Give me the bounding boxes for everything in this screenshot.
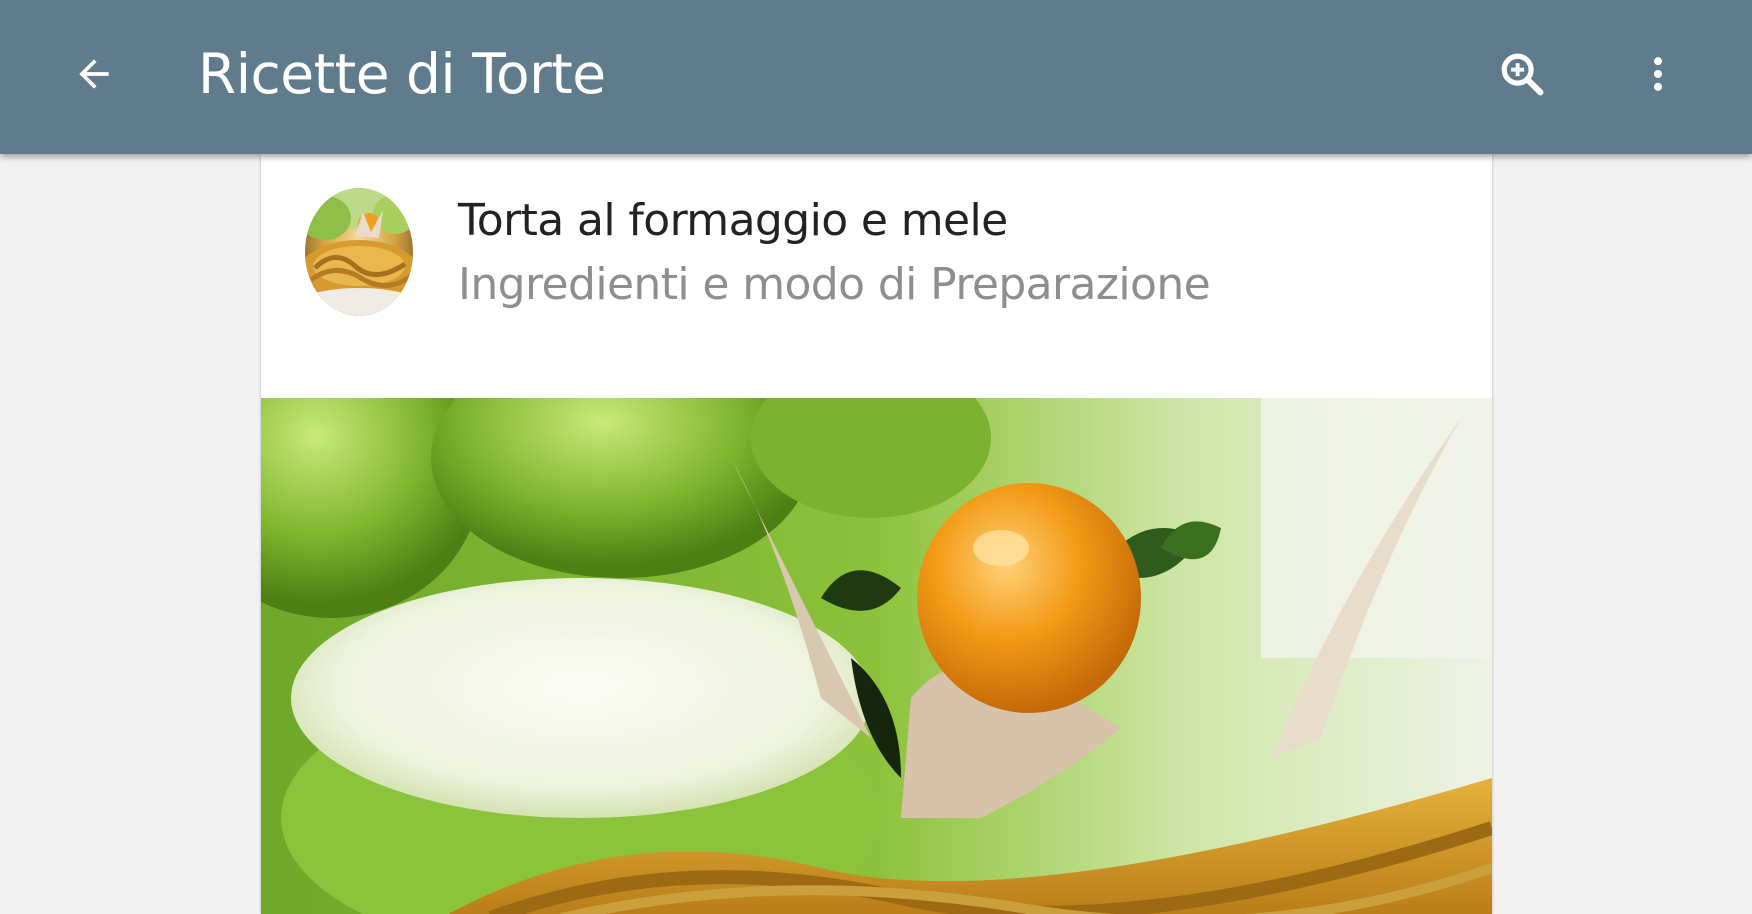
recipe-subtitle: Ingredienti e modo di Preparazione	[458, 259, 1211, 310]
recipe-photo[interactable]	[261, 398, 1492, 914]
search-icon	[1501, 53, 1544, 96]
back-button[interactable]	[56, 36, 132, 112]
recipe-card-header[interactable]: Torta al formaggio e mele Ingredienti e …	[261, 154, 1492, 398]
search-button[interactable]	[1484, 36, 1560, 112]
recipe-thumbnail	[305, 188, 413, 316]
arrow-back-icon	[79, 59, 109, 89]
recipe-card: Torta al formaggio e mele Ingredienti e …	[261, 154, 1492, 914]
overflow-menu-button[interactable]	[1620, 36, 1696, 112]
recipe-title: Torta al formaggio e mele	[458, 195, 1008, 246]
more-vert-icon	[1653, 57, 1663, 91]
app-bar: Ricette di Torte	[0, 0, 1752, 154]
app-title: Ricette di Torte	[198, 42, 606, 106]
